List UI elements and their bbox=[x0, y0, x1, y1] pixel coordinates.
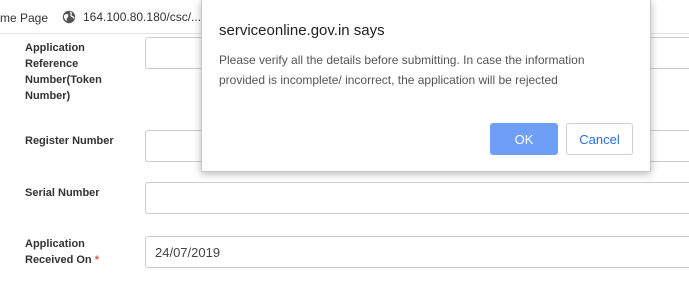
cancel-button[interactable]: Cancel bbox=[566, 123, 633, 155]
field-label-register-number: Register Number bbox=[25, 135, 114, 147]
dialog-message: Please verify all the details before sub… bbox=[219, 53, 585, 87]
alert-dialog: serviceonline.gov.in says Please verify … bbox=[201, 0, 651, 172]
field-label-application-reference: Application Reference Number(Token Numbe… bbox=[25, 42, 102, 102]
bookmark-home-page-label: me Page bbox=[0, 11, 49, 25]
bookmark-site-label: 164.100.80.180/csc/... bbox=[83, 10, 202, 24]
field-label-serial-number: Serial Number bbox=[25, 187, 100, 199]
bookmark-home-page[interactable]: me Page bbox=[0, 11, 48, 25]
field-label-application-received-on-text: Application Received On bbox=[25, 238, 92, 266]
globe-icon bbox=[62, 10, 76, 24]
serial-number-input[interactable] bbox=[145, 182, 689, 214]
application-received-on-input[interactable]: 24/07/2019 bbox=[145, 236, 689, 268]
bookmark-site[interactable]: 164.100.80.180/csc/... bbox=[62, 10, 201, 24]
ok-button[interactable]: OK bbox=[490, 123, 558, 155]
required-marker: * bbox=[94, 254, 99, 266]
dialog-title: serviceonline.gov.in says bbox=[219, 22, 385, 39]
field-label-application-received-on: Application Received On * bbox=[25, 236, 115, 268]
